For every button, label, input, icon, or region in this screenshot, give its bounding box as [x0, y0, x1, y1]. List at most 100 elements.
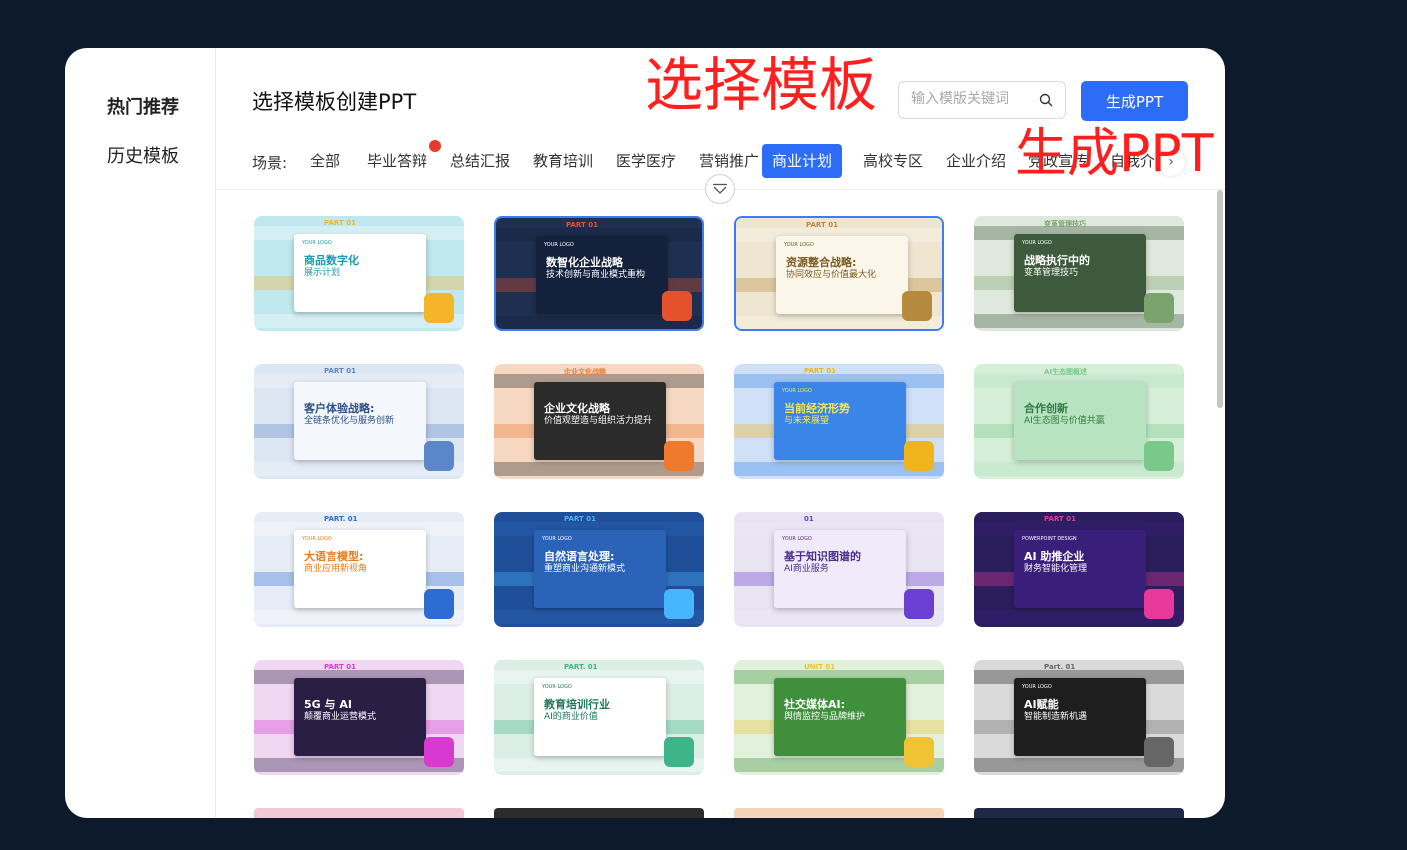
collapse-toggle[interactable]	[705, 174, 735, 204]
tab-0[interactable]: 全部	[300, 144, 350, 178]
tab-5[interactable]: 营销推广	[689, 144, 769, 178]
tab-label: 教育培训	[533, 152, 594, 170]
template-part-label: PART 01	[804, 367, 836, 375]
template-title: 企业文化战略	[544, 402, 610, 415]
template-card[interactable]: PART 01 客户体验战略: 全链条优化与服务创新	[254, 364, 464, 479]
template-illustration	[902, 291, 932, 321]
template-card[interactable]: PART 01 5G 与 AI 颠覆商业运营模式	[254, 660, 464, 775]
template-card-peek[interactable]	[494, 808, 704, 818]
template-title: 商品数字化	[304, 254, 359, 267]
tab-label: 全部	[310, 152, 341, 170]
template-subtitle: 与未来展望	[784, 416, 830, 426]
overlay-generate-ppt: 生成PPT	[1015, 124, 1214, 184]
template-card[interactable]: AI生态图概述合作创新 AI生态图与价值共赢	[974, 364, 1184, 479]
tab-label: 企业介绍	[946, 152, 1007, 170]
template-card[interactable]: PART 01 YOUR LOGO 资源整合战略: 协同效应与价值最大化	[734, 216, 944, 331]
template-card[interactable]: PART. 01 YOUR LOGO 教育培训行业 AI的商业价值	[494, 660, 704, 775]
tab-label: 营销推广	[699, 152, 760, 170]
template-illustration	[424, 589, 454, 619]
template-illustration	[424, 293, 454, 323]
search-box[interactable]	[898, 81, 1066, 119]
template-title: 当前经济形势	[784, 402, 850, 415]
template-card[interactable]: 变革管理技巧 YOUR LOGO 战略执行中的 变革管理技巧	[974, 216, 1184, 331]
template-subtitle: 商业应用新视角	[304, 564, 368, 574]
template-subtitle: 舆情监控与品牌维护	[784, 712, 866, 722]
template-subtitle: 协同效应与价值最大化	[786, 270, 877, 280]
template-subtitle: 价值观塑造与组织活力提升	[544, 416, 653, 426]
template-illustration	[424, 441, 454, 471]
template-card-peek[interactable]	[254, 808, 464, 818]
template-illustration	[664, 441, 694, 471]
scene-label: 场景:	[252, 154, 288, 172]
tab-label: 医学医疗	[616, 152, 677, 170]
search-input[interactable]	[909, 90, 1033, 108]
sidebar-item-history[interactable]: 历史模板	[107, 142, 179, 168]
template-title: 社交媒体AI:	[784, 698, 846, 711]
template-card[interactable]: PART 01 POWERPOINT DESIGN AI 助推企业 财务智能化管理	[974, 512, 1184, 627]
template-title: 客户体验战略:	[304, 402, 375, 415]
template-subtitle: 财务智能化管理	[1024, 564, 1088, 574]
template-logo: YOUR LOGO	[784, 242, 814, 248]
template-part-label: PART 01	[324, 219, 356, 227]
template-subtitle: 技术创新与商业模式重构	[546, 270, 646, 280]
template-card-peek[interactable]	[974, 808, 1184, 818]
template-subtitle: AI生态图与价值共赢	[1024, 416, 1105, 426]
template-card[interactable]: 企业文化战略 企业文化战略 价值观塑造与组织活力提升	[494, 364, 704, 479]
template-title: 数智化企业战略	[546, 256, 623, 269]
scrollbar[interactable]	[1217, 190, 1223, 408]
template-subtitle: 智能制造新机遇	[1024, 712, 1088, 722]
template-card[interactable]: PART 01 YOUR LOGO 商品数字化 展示计划	[254, 216, 464, 331]
template-part-label: AI生态图概述	[1044, 368, 1088, 376]
template-part-label: PART 01	[806, 221, 838, 229]
tab-3[interactable]: 教育培训	[523, 144, 603, 178]
overlay-select-template: 选择模板	[645, 51, 878, 119]
template-part-label: PART 01	[324, 663, 356, 671]
template-title: AI赋能	[1024, 698, 1059, 711]
tab-7[interactable]: 高校专区	[853, 144, 933, 178]
template-card[interactable]: PART 01 YOUR LOGO 数智化企业战略 技术创新与商业模式重构	[494, 216, 704, 331]
generate-ppt-button[interactable]: 生成PPT	[1081, 81, 1188, 121]
template-card-peek[interactable]	[734, 808, 944, 818]
template-card[interactable]: PART 01 YOUR LOGO 当前经济形势 与未来展望	[734, 364, 944, 479]
template-illustration	[662, 291, 692, 321]
tab-label: 商业计划	[772, 152, 833, 170]
template-logo: YOUR LOGO	[302, 536, 332, 542]
template-part-label: PART 01	[324, 367, 356, 375]
template-part-label: PART 01	[564, 515, 596, 523]
template-part-label: PART 01	[1044, 515, 1076, 523]
template-illustration	[904, 737, 934, 767]
template-logo: YOUR LOGO	[542, 536, 572, 542]
tab-1[interactable]: 毕业答辩	[357, 140, 442, 178]
template-logo: POWERPOINT DESIGN	[1022, 536, 1077, 542]
tab-2[interactable]: 总结汇报	[440, 144, 520, 178]
template-illustration	[1144, 737, 1174, 767]
template-title: 基于知识图谱的	[784, 550, 861, 563]
template-title: 大语言模型:	[304, 550, 364, 563]
template-card[interactable]: 01 YOUR LOGO 基于知识图谱的 AI商业服务	[734, 512, 944, 627]
template-part-label: PART. 01	[324, 515, 358, 523]
sidebar-item-hot[interactable]: 热门推荐	[107, 93, 179, 119]
template-illustration	[664, 589, 694, 619]
template-title: AI 助推企业	[1024, 550, 1085, 563]
template-card[interactable]: Part. 01 YOUR LOGO AI赋能 智能制造新机遇	[974, 660, 1184, 775]
template-part-label: UNIT 01	[804, 663, 836, 671]
template-part-label: 变革管理技巧	[1044, 220, 1086, 228]
page-title: 选择模板创建PPT	[252, 90, 417, 114]
search-icon[interactable]	[1039, 93, 1053, 107]
template-card[interactable]: PART. 01 YOUR LOGO 大语言模型: 商业应用新视角	[254, 512, 464, 627]
template-illustration	[664, 737, 694, 767]
template-part-label: 企业文化战略	[564, 368, 606, 376]
tab-8[interactable]: 企业介绍	[936, 144, 1016, 178]
template-title: 合作创新	[1024, 402, 1068, 415]
template-card[interactable]: UNIT 01 社交媒体AI: 舆情监控与品牌维护	[734, 660, 944, 775]
template-title: 战略执行中的	[1024, 254, 1090, 267]
tab-label: 高校专区	[863, 152, 924, 170]
template-logo: YOUR LOGO	[542, 684, 572, 690]
tab-4[interactable]: 医学医疗	[606, 144, 686, 178]
template-part-label: PART 01	[566, 221, 598, 229]
template-subtitle: 颠覆商业运营模式	[304, 712, 377, 722]
tab-6[interactable]: 商业计划	[762, 144, 843, 178]
template-card[interactable]: PART 01 YOUR LOGO 自然语言处理: 重塑商业沟通新模式	[494, 512, 704, 627]
template-part-label: Part. 01	[1044, 663, 1076, 671]
template-illustration	[424, 737, 454, 767]
